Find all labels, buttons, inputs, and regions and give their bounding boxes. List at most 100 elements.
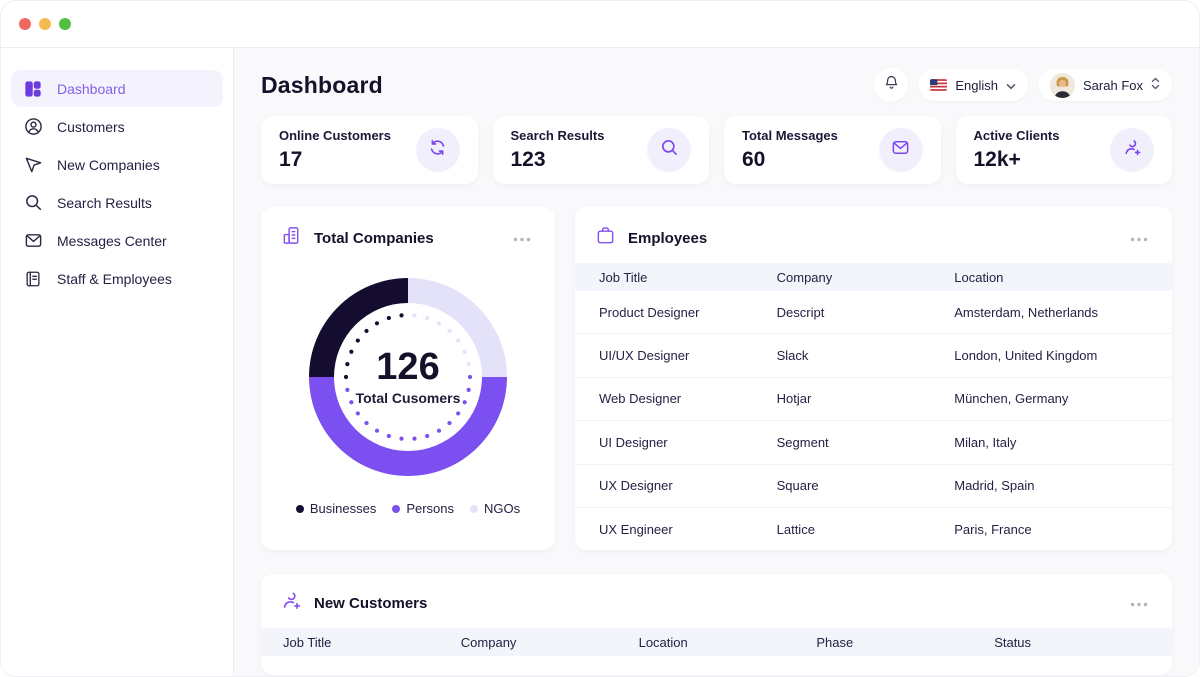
chart-legend: Businesses Persons NGOs bbox=[261, 501, 555, 516]
bell-icon bbox=[883, 74, 900, 96]
table-row[interactable]: Web DesignerHotjarMünchen, Germany bbox=[575, 378, 1172, 421]
table-header-row: Job TitleCompanyLocation bbox=[575, 263, 1172, 291]
legend-item-persons: Persons bbox=[392, 501, 454, 516]
legend-dot bbox=[296, 505, 304, 513]
employees-card: Employees Job TitleCompanyLocationProduc… bbox=[575, 207, 1172, 550]
table-cell: UX Designer bbox=[599, 478, 777, 493]
table-cell: Descript bbox=[777, 305, 955, 320]
card-title: New Customers bbox=[314, 595, 1126, 612]
table-cell: Madrid, Spain bbox=[954, 478, 1172, 493]
stats-row: Online Customers 17 Sear bbox=[261, 116, 1172, 184]
person-plus-icon bbox=[1123, 138, 1142, 162]
legend-dot bbox=[392, 505, 400, 513]
sidebar-item-label: Customers bbox=[57, 119, 125, 135]
donut-center-label: Total Cusomers bbox=[356, 390, 461, 406]
chevron-down-icon bbox=[1006, 78, 1016, 93]
sidebar-item-label: Staff & Employees bbox=[57, 271, 172, 287]
person-plus-icon bbox=[281, 590, 302, 616]
sidebar-item-customers[interactable]: Customers bbox=[11, 108, 223, 145]
table-cell: Web Designer bbox=[599, 391, 777, 406]
user-name: Sarah Fox bbox=[1083, 78, 1143, 93]
column-header: Job Title bbox=[283, 635, 461, 650]
refresh-button[interactable] bbox=[416, 128, 460, 172]
column-header: Company bbox=[777, 270, 955, 285]
table-cell: Hotjar bbox=[777, 391, 955, 406]
table-row[interactable]: UI/UX DesignerSlackLondon, United Kingdo… bbox=[575, 334, 1172, 377]
stat-value: 17 bbox=[279, 148, 391, 172]
legend-dot bbox=[470, 505, 478, 513]
legend-label: Persons bbox=[406, 501, 454, 516]
employees-table: Job TitleCompanyLocationProduct Designer… bbox=[575, 263, 1172, 550]
sidebar-item-label: Messages Center bbox=[57, 233, 167, 249]
sidebar-item-search-results[interactable]: Search Results bbox=[11, 184, 223, 221]
table-cell: Slack bbox=[777, 348, 955, 363]
close-window-button[interactable] bbox=[19, 18, 31, 30]
table-row[interactable]: Product DesignerDescriptAmsterdam, Nethe… bbox=[575, 291, 1172, 334]
messages-button[interactable] bbox=[879, 128, 923, 172]
stat-card-active-clients: Active Clients 12k+ bbox=[956, 116, 1173, 184]
table-cell: Segment bbox=[777, 435, 955, 450]
table-cell: München, Germany bbox=[954, 391, 1172, 406]
legend-item-ngos: NGOs bbox=[470, 501, 520, 516]
main-content: Dashboard bbox=[234, 48, 1199, 677]
new-customers-card: New Customers Job TitleCompanyLocationPh… bbox=[261, 574, 1172, 675]
legend-label: Businesses bbox=[310, 501, 376, 516]
table-cell: Lattice bbox=[777, 522, 955, 537]
table-cell: Product Designer bbox=[599, 305, 777, 320]
add-client-button[interactable] bbox=[1110, 128, 1154, 172]
notifications-button[interactable] bbox=[874, 68, 908, 102]
sidebar-item-messages-center[interactable]: Messages Center bbox=[11, 222, 223, 259]
table-row[interactable]: UX DesignerSquareMadrid, Spain bbox=[575, 465, 1172, 508]
legend-label: NGOs bbox=[484, 501, 520, 516]
sidebar-item-label: New Companies bbox=[57, 157, 160, 173]
cursor-icon bbox=[23, 155, 43, 175]
search-icon bbox=[23, 193, 43, 213]
stat-value: 12k+ bbox=[974, 148, 1060, 172]
page-title: Dashboard bbox=[261, 72, 383, 99]
table-header-row: Job TitleCompanyLocationPhaseStatus bbox=[261, 628, 1172, 656]
minimize-window-button[interactable] bbox=[39, 18, 51, 30]
sidebar-item-new-companies[interactable]: New Companies bbox=[11, 146, 223, 183]
new-customers-table: Job TitleCompanyLocationPhaseStatus bbox=[261, 628, 1172, 656]
employees-menu-button[interactable] bbox=[1126, 225, 1152, 251]
briefcase-icon bbox=[595, 225, 616, 251]
stat-value: 60 bbox=[742, 148, 838, 172]
table-row[interactable]: UI DesignerSegmentMilan, Italy bbox=[575, 421, 1172, 464]
document-icon bbox=[23, 269, 43, 289]
table-cell: London, United Kingdom bbox=[954, 348, 1172, 363]
table-cell: Milan, Italy bbox=[954, 435, 1172, 450]
column-header: Location bbox=[954, 270, 1172, 285]
stat-label: Online Customers bbox=[279, 128, 391, 143]
refresh-icon bbox=[428, 138, 447, 162]
donut-center-value: 126 bbox=[376, 348, 439, 388]
table-cell: UX Engineer bbox=[599, 522, 777, 537]
column-header: Status bbox=[994, 635, 1172, 650]
app-window: Dashboard Customers New Companies bbox=[0, 0, 1200, 677]
search-button[interactable] bbox=[647, 128, 691, 172]
sidebar-item-label: Search Results bbox=[57, 195, 152, 211]
stat-label: Active Clients bbox=[974, 128, 1060, 143]
avatar bbox=[1050, 73, 1075, 98]
legend-item-businesses: Businesses bbox=[296, 501, 376, 516]
sidebar-item-dashboard[interactable]: Dashboard bbox=[11, 70, 223, 107]
table-cell: Amsterdam, Netherlands bbox=[954, 305, 1172, 320]
dashboard-icon bbox=[23, 79, 43, 99]
mail-icon bbox=[891, 138, 910, 162]
stat-label: Search Results bbox=[511, 128, 605, 143]
stat-card-online-customers: Online Customers 17 bbox=[261, 116, 478, 184]
column-header: Company bbox=[461, 635, 639, 650]
table-row[interactable]: UX EngineerLatticeParis, France bbox=[575, 508, 1172, 550]
card-title: Total Companies bbox=[314, 230, 509, 247]
column-header: Job Title bbox=[599, 270, 777, 285]
language-selector[interactable]: English bbox=[918, 69, 1028, 101]
user-menu[interactable]: Sarah Fox bbox=[1038, 69, 1172, 101]
table-cell: Paris, France bbox=[954, 522, 1172, 537]
companies-menu-button[interactable] bbox=[509, 225, 535, 251]
sidebar-item-label: Dashboard bbox=[57, 81, 126, 97]
new-customers-menu-button[interactable] bbox=[1126, 590, 1152, 616]
window-controls bbox=[19, 18, 71, 30]
sidebar-item-staff-employees[interactable]: Staff & Employees bbox=[11, 260, 223, 297]
customers-icon bbox=[23, 117, 43, 137]
up-down-chevron-icon bbox=[1151, 77, 1160, 93]
zoom-window-button[interactable] bbox=[59, 18, 71, 30]
